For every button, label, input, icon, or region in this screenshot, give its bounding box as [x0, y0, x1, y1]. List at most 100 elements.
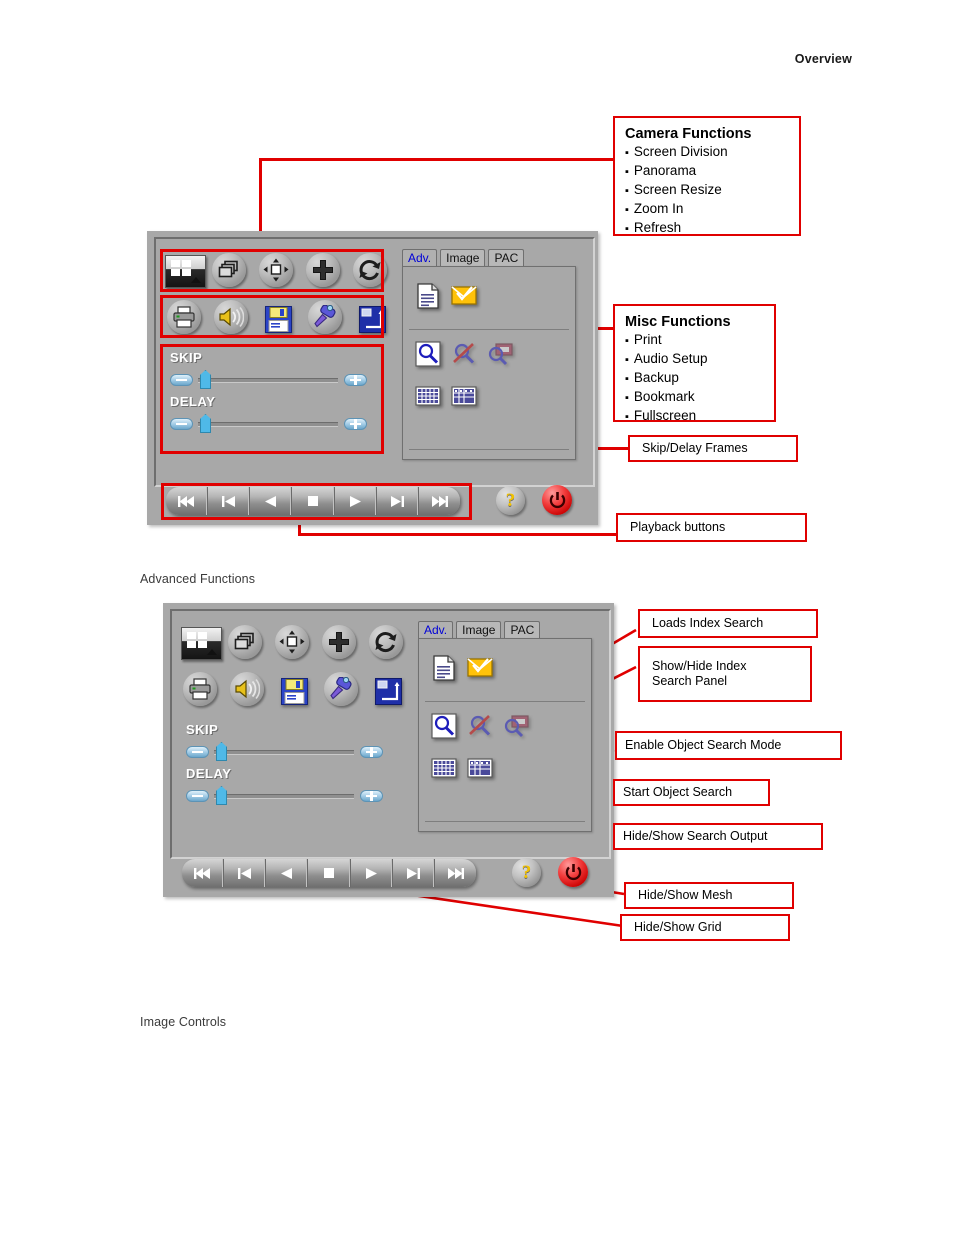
object-search-icon[interactable] — [431, 713, 457, 739]
skip-to-start-button-2[interactable] — [182, 859, 225, 887]
camera-functions-item: Refresh — [625, 219, 799, 238]
delay-slider-track-2[interactable] — [214, 794, 354, 799]
tab-adv[interactable]: Adv. — [402, 249, 438, 267]
advanced-functions-panel: SKIP DELAY Adv. Image PAC ? — [163, 603, 614, 897]
tab-divider-2 — [425, 701, 585, 702]
refresh-icon[interactable] — [369, 625, 403, 659]
hide-show-mesh-text: Hide/Show Mesh — [638, 888, 733, 902]
bookmark-icon[interactable] — [324, 672, 358, 706]
tab-pac-2[interactable]: PAC — [504, 621, 541, 639]
caption-advanced-functions-text: Advanced Functions — [140, 572, 256, 586]
hide-show-grid-text: Hide/Show Grid — [634, 920, 722, 934]
question-mark-icon: ? — [521, 861, 532, 883]
tab-divider-2 — [425, 821, 585, 822]
show-hide-index-search-panel-callout: Show/Hide Index Search Panel — [638, 646, 812, 702]
next-frame-button-2[interactable] — [393, 859, 435, 887]
misc-toolbar-highlight — [160, 295, 384, 338]
grid-icon[interactable] — [467, 755, 493, 781]
frame-sliders-highlight — [160, 344, 384, 454]
tab-divider — [409, 329, 569, 330]
help-button-2[interactable]: ? — [512, 858, 541, 887]
search-output-icon[interactable] — [503, 713, 529, 739]
hide-show-grid-callout: Hide/Show Grid — [620, 914, 790, 941]
camera-functions-item: Zoom In — [625, 200, 799, 219]
delay-minus-button-2[interactable] — [186, 790, 209, 802]
misc-functions-callout: Misc Functions Print Audio Setup Backup … — [613, 304, 776, 423]
misc-functions-item: Bookmark — [625, 388, 774, 407]
power-icon — [549, 491, 565, 508]
skip-delay-frames-callout: Skip/Delay Frames — [628, 435, 798, 462]
page-header: Overview — [0, 52, 852, 66]
camera-functions-item: Screen Division — [625, 143, 799, 162]
skip-slider-track-2[interactable] — [214, 750, 354, 755]
hide-show-search-output-text: Hide/Show Search Output — [623, 829, 768, 843]
misc-functions-title: Misc Functions — [625, 314, 731, 330]
misc-functions-item: Backup — [625, 369, 774, 388]
panorama-icon[interactable] — [228, 625, 262, 659]
camera-functions-item: Screen Resize — [625, 181, 799, 200]
skip-minus-button-2[interactable] — [186, 746, 209, 758]
playback-buttons-text: Playback buttons — [630, 520, 726, 534]
playback-control-panel: SKIP DELAY Adv. Image PAC ? — [147, 231, 598, 525]
caption-image-controls: Image Controls — [140, 1015, 226, 1029]
grid-icon[interactable] — [451, 383, 477, 409]
play-reverse-button-2[interactable] — [266, 859, 309, 887]
help-button[interactable]: ? — [496, 486, 525, 515]
skip-slider-thumb-2[interactable] — [216, 742, 227, 761]
mesh-icon[interactable] — [431, 755, 457, 781]
loads-index-search-icon[interactable] — [431, 655, 457, 681]
skip-delay-frames-text: Skip/Delay Frames — [642, 441, 748, 455]
tab-strip-2: Adv. Image PAC — [418, 621, 543, 639]
bookmark-check-icon[interactable] — [467, 655, 493, 681]
tab-pac[interactable]: PAC — [488, 249, 525, 267]
loads-index-search-text: Loads Index Search — [652, 616, 764, 630]
delay-slider-label-2: DELAY — [186, 766, 232, 781]
delay-slider-thumb-2[interactable] — [216, 786, 227, 805]
skip-to-end-button-2[interactable] — [435, 859, 476, 887]
playback-buttons-highlight — [161, 483, 472, 520]
mesh-icon[interactable] — [415, 383, 441, 409]
zoom-in-icon[interactable] — [322, 625, 356, 659]
playback-buttons-callout: Playback buttons — [616, 513, 807, 542]
stop-button-2[interactable] — [308, 859, 351, 887]
backup-icon[interactable] — [277, 674, 311, 708]
power-icon — [565, 863, 581, 880]
disable-object-search-icon[interactable] — [467, 713, 493, 739]
screen-resize-icon[interactable] — [275, 625, 309, 659]
tab-adv-2[interactable]: Adv. — [418, 621, 454, 639]
camera-functions-item: Panorama — [625, 162, 799, 181]
audio-setup-icon[interactable] — [230, 672, 264, 706]
camera-functions-list: Screen Division Panorama Screen Resize Z… — [625, 143, 799, 238]
bookmark-check-icon[interactable] — [451, 283, 477, 309]
tab-divider — [409, 449, 569, 450]
delay-plus-button-2[interactable] — [360, 790, 383, 802]
frame-sliders-2: SKIP DELAY — [176, 716, 400, 826]
start-object-search-text: Start Object Search — [623, 785, 733, 799]
skip-slider-2[interactable] — [186, 742, 386, 761]
tab-image[interactable]: Image — [440, 249, 486, 267]
adv-tab-body-2 — [418, 638, 592, 832]
tab-image-2[interactable]: Image — [456, 621, 502, 639]
loads-index-search-callout: Loads Index Search — [638, 609, 818, 638]
previous-frame-button-2[interactable] — [224, 859, 267, 887]
misc-functions-list: Print Audio Setup Backup Bookmark Fullsc… — [625, 331, 774, 426]
caption-advanced-functions: Advanced Functions — [140, 572, 255, 586]
adv-tab-body — [402, 266, 576, 460]
object-search-icon[interactable] — [415, 341, 441, 367]
loads-index-search-icon[interactable] — [415, 283, 441, 309]
power-button[interactable] — [542, 485, 572, 515]
misc-functions-item: Print — [625, 331, 774, 350]
disable-object-search-icon[interactable] — [451, 341, 477, 367]
page-header-text: Overview — [794, 52, 852, 66]
search-output-icon[interactable] — [487, 341, 513, 367]
play-button-2[interactable] — [351, 859, 393, 887]
show-hide-index-search-panel-text: Show/Hide Index Search Panel — [652, 659, 747, 688]
hide-show-mesh-callout: Hide/Show Mesh — [624, 882, 794, 909]
start-object-search-callout: Start Object Search — [613, 779, 770, 806]
fullscreen-icon[interactable] — [371, 674, 405, 708]
screen-division-icon[interactable] — [181, 627, 222, 660]
print-icon[interactable] — [183, 672, 217, 706]
skip-plus-button-2[interactable] — [360, 746, 383, 758]
delay-slider-2[interactable] — [186, 786, 386, 805]
power-button-2[interactable] — [558, 857, 588, 887]
